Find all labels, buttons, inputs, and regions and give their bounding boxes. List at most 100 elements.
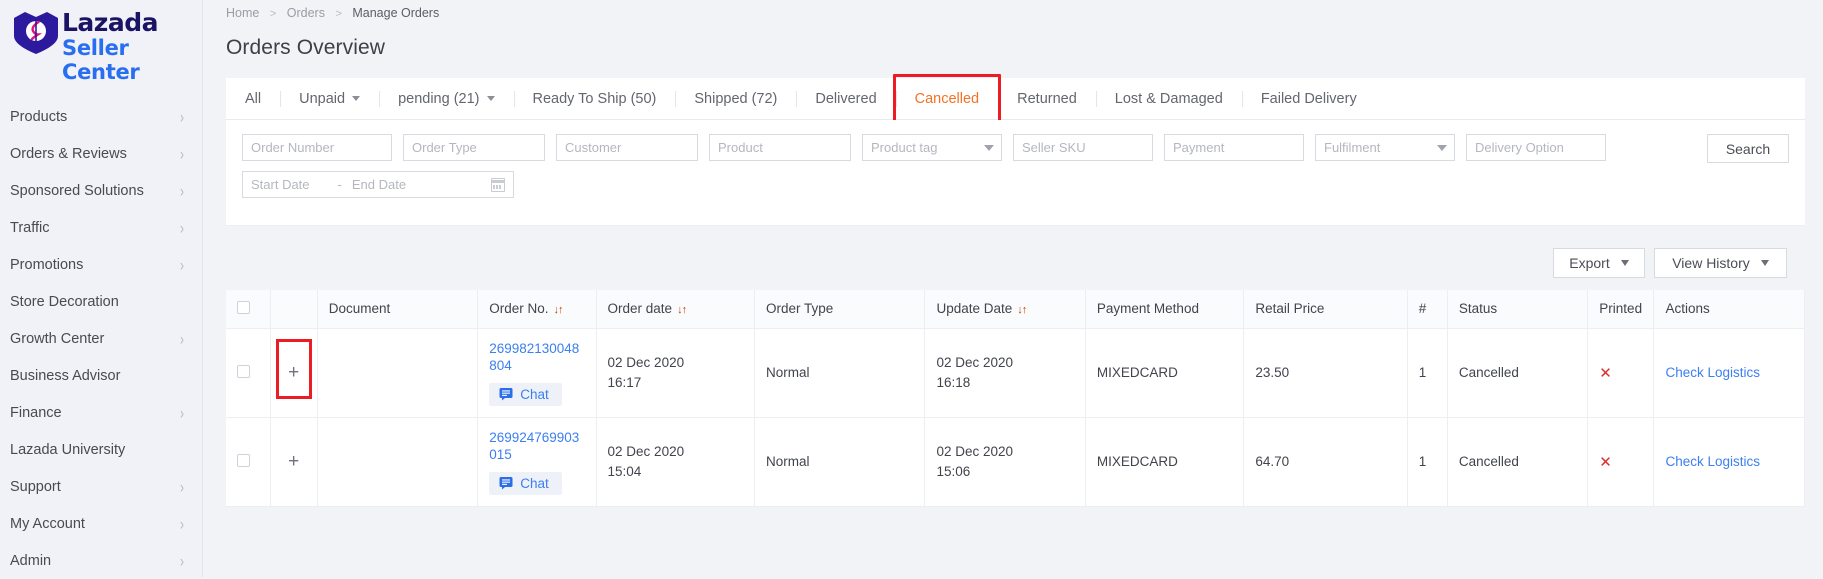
- col-status: Status: [1447, 290, 1589, 329]
- fulfilment-select[interactable]: Fulfilment: [1315, 134, 1455, 161]
- sort-icon[interactable]: ↓↑: [1017, 304, 1027, 316]
- sidebar-item-label: Traffic: [10, 219, 50, 236]
- sort-icon[interactable]: ↓↑: [553, 304, 563, 316]
- date-range-picker[interactable]: Start Date - End Date: [242, 171, 514, 198]
- fulfilment-value: Fulfilment: [1324, 140, 1381, 155]
- expand-row-icon[interactable]: +: [282, 452, 306, 471]
- tab-unpaid[interactable]: Unpaid: [280, 78, 379, 120]
- sidebar-item-growth-center[interactable]: Growth Center ›: [0, 320, 202, 357]
- not-printed-icon: ✕: [1599, 364, 1612, 382]
- tab-pending[interactable]: pending (21): [379, 78, 513, 120]
- col-label: Actions: [1665, 301, 1710, 317]
- check-logistics-link[interactable]: Check Logistics: [1665, 365, 1760, 380]
- main-content: Home > Orders > Manage Orders Orders Ove…: [203, 0, 1823, 577]
- row-status-cell: Cancelled: [1447, 328, 1589, 418]
- product-input[interactable]: Product: [709, 134, 851, 161]
- sidebar-item-business-advisor[interactable]: Business Advisor: [0, 357, 202, 394]
- filter-row-2: Start Date - End Date: [242, 171, 1789, 198]
- sidebar-item-finance[interactable]: Finance ›: [0, 394, 202, 431]
- tab-shipped[interactable]: Shipped (72): [675, 78, 796, 120]
- check-logistics-link[interactable]: Check Logistics: [1665, 454, 1760, 469]
- payment-input[interactable]: Payment: [1164, 134, 1304, 161]
- row-expand-cell[interactable]: +: [270, 417, 318, 507]
- tab-all[interactable]: All: [226, 78, 280, 120]
- brand-subtitle: Seller Center: [62, 36, 140, 84]
- sidebar-item-traffic[interactable]: Traffic ›: [0, 209, 202, 246]
- tab-cancelled[interactable]: Cancelled: [895, 78, 999, 120]
- tab-label: Failed Delivery: [1260, 90, 1357, 107]
- row-order-no-cell: 269924769903015 Chat: [477, 417, 597, 507]
- sidebar-item-lazada-university[interactable]: Lazada University: [0, 431, 202, 468]
- row-actions-cell: Check Logistics: [1653, 417, 1805, 507]
- row-checkbox[interactable]: [237, 453, 250, 467]
- chevron-right-icon: ›: [180, 551, 184, 570]
- chat-button[interactable]: Chat: [489, 382, 562, 406]
- select-all-checkbox[interactable]: [237, 300, 250, 314]
- sidebar-item-label: My Account: [10, 515, 85, 532]
- tab-failed-delivery[interactable]: Failed Delivery: [1241, 78, 1376, 120]
- order-number-link[interactable]: 269924769903015: [489, 429, 584, 463]
- sidebar-item-products[interactable]: Products ›: [0, 98, 202, 135]
- expand-row-icon[interactable]: +: [282, 363, 306, 382]
- order-number-input[interactable]: Order Number: [242, 134, 392, 161]
- tab-ready-to-ship[interactable]: Ready To Ship (50): [513, 78, 676, 120]
- update-time: 15:06: [936, 463, 971, 479]
- product-tag-select[interactable]: Product tag: [862, 134, 1002, 161]
- sidebar-item-label: Lazada University: [10, 441, 126, 458]
- sidebar-item-label: Orders & Reviews: [10, 145, 127, 162]
- chat-button[interactable]: Chat: [489, 471, 562, 495]
- col-label: Order date: [607, 301, 673, 317]
- table-toolbar: Export View History: [226, 226, 1805, 290]
- breadcrumb-orders[interactable]: Orders: [287, 6, 325, 20]
- row-payment-method-cell: MIXEDCARD: [1085, 328, 1245, 418]
- row-checkbox-cell: [226, 328, 271, 418]
- export-label: Export: [1569, 255, 1610, 271]
- sidebar-item-label: Finance: [10, 404, 62, 421]
- chevron-down-icon: [1620, 260, 1629, 266]
- sidebar-item-admin[interactable]: Admin ›: [0, 542, 202, 579]
- order-type-input[interactable]: Order Type: [403, 134, 545, 161]
- start-date-input[interactable]: Start Date: [251, 177, 310, 192]
- sidebar-item-promotions[interactable]: Promotions ›: [0, 246, 202, 283]
- page-title: Orders Overview: [226, 36, 386, 59]
- col-update-date[interactable]: Update Date ↓↑: [924, 290, 1086, 329]
- update-date: 02 Dec 2020: [936, 443, 1014, 459]
- col-order-no[interactable]: Order No. ↓↑: [477, 290, 597, 329]
- seller-sku-input[interactable]: Seller SKU: [1013, 134, 1153, 161]
- customer-input[interactable]: Customer: [556, 134, 698, 161]
- table-header-row: Document Order No. ↓↑ Order date ↓↑ Order …: [226, 290, 1805, 329]
- sidebar-item-store-decoration[interactable]: Store Decoration: [0, 283, 202, 320]
- chevron-right-icon: ›: [180, 403, 184, 422]
- col-label: Order Type: [765, 301, 834, 317]
- row-expand-cell[interactable]: +: [270, 328, 318, 418]
- delivery-option-input[interactable]: Delivery Option: [1466, 134, 1606, 161]
- tab-label: Unpaid: [299, 90, 346, 107]
- breadcrumb-home[interactable]: Home: [226, 6, 259, 20]
- row-checkbox[interactable]: [237, 364, 250, 378]
- export-button[interactable]: Export: [1553, 248, 1645, 278]
- end-date-input[interactable]: End Date: [352, 177, 406, 192]
- row-status-cell: Cancelled: [1447, 417, 1589, 507]
- tab-returned[interactable]: Returned: [998, 78, 1096, 120]
- sidebar-item-orders-reviews[interactable]: Orders & Reviews ›: [0, 135, 202, 172]
- breadcrumb-separator: >: [335, 8, 342, 20]
- order-number-link[interactable]: 269982130048804: [489, 340, 584, 374]
- sort-icon[interactable]: ↓↑: [677, 304, 687, 316]
- sidebar-item-support[interactable]: Support ›: [0, 468, 202, 505]
- tab-label: Cancelled: [914, 90, 980, 107]
- brand-logo-block[interactable]: Lazada Seller Center: [0, 0, 202, 84]
- chevron-right-icon: ›: [180, 107, 184, 126]
- sidebar-item-my-account[interactable]: My Account ›: [0, 505, 202, 542]
- view-history-button[interactable]: View History: [1654, 248, 1787, 278]
- table-row: + 269924769903015 Chat 02 Dec 2020 15:04…: [226, 417, 1805, 507]
- update-time: 16:18: [936, 374, 971, 390]
- page-scrollbar[interactable]: [1818, 0, 1823, 577]
- search-button[interactable]: Search: [1707, 134, 1789, 163]
- chat-icon: [499, 476, 513, 490]
- sidebar-item-sponsored-solutions[interactable]: Sponsored Solutions ›: [0, 172, 202, 209]
- tab-lost-damaged[interactable]: Lost & Damaged: [1095, 78, 1242, 120]
- row-document-cell: [317, 417, 479, 507]
- tab-delivered[interactable]: Delivered: [796, 78, 895, 120]
- order-time: 16:17: [607, 374, 642, 390]
- col-order-date[interactable]: Order date ↓↑: [596, 290, 755, 329]
